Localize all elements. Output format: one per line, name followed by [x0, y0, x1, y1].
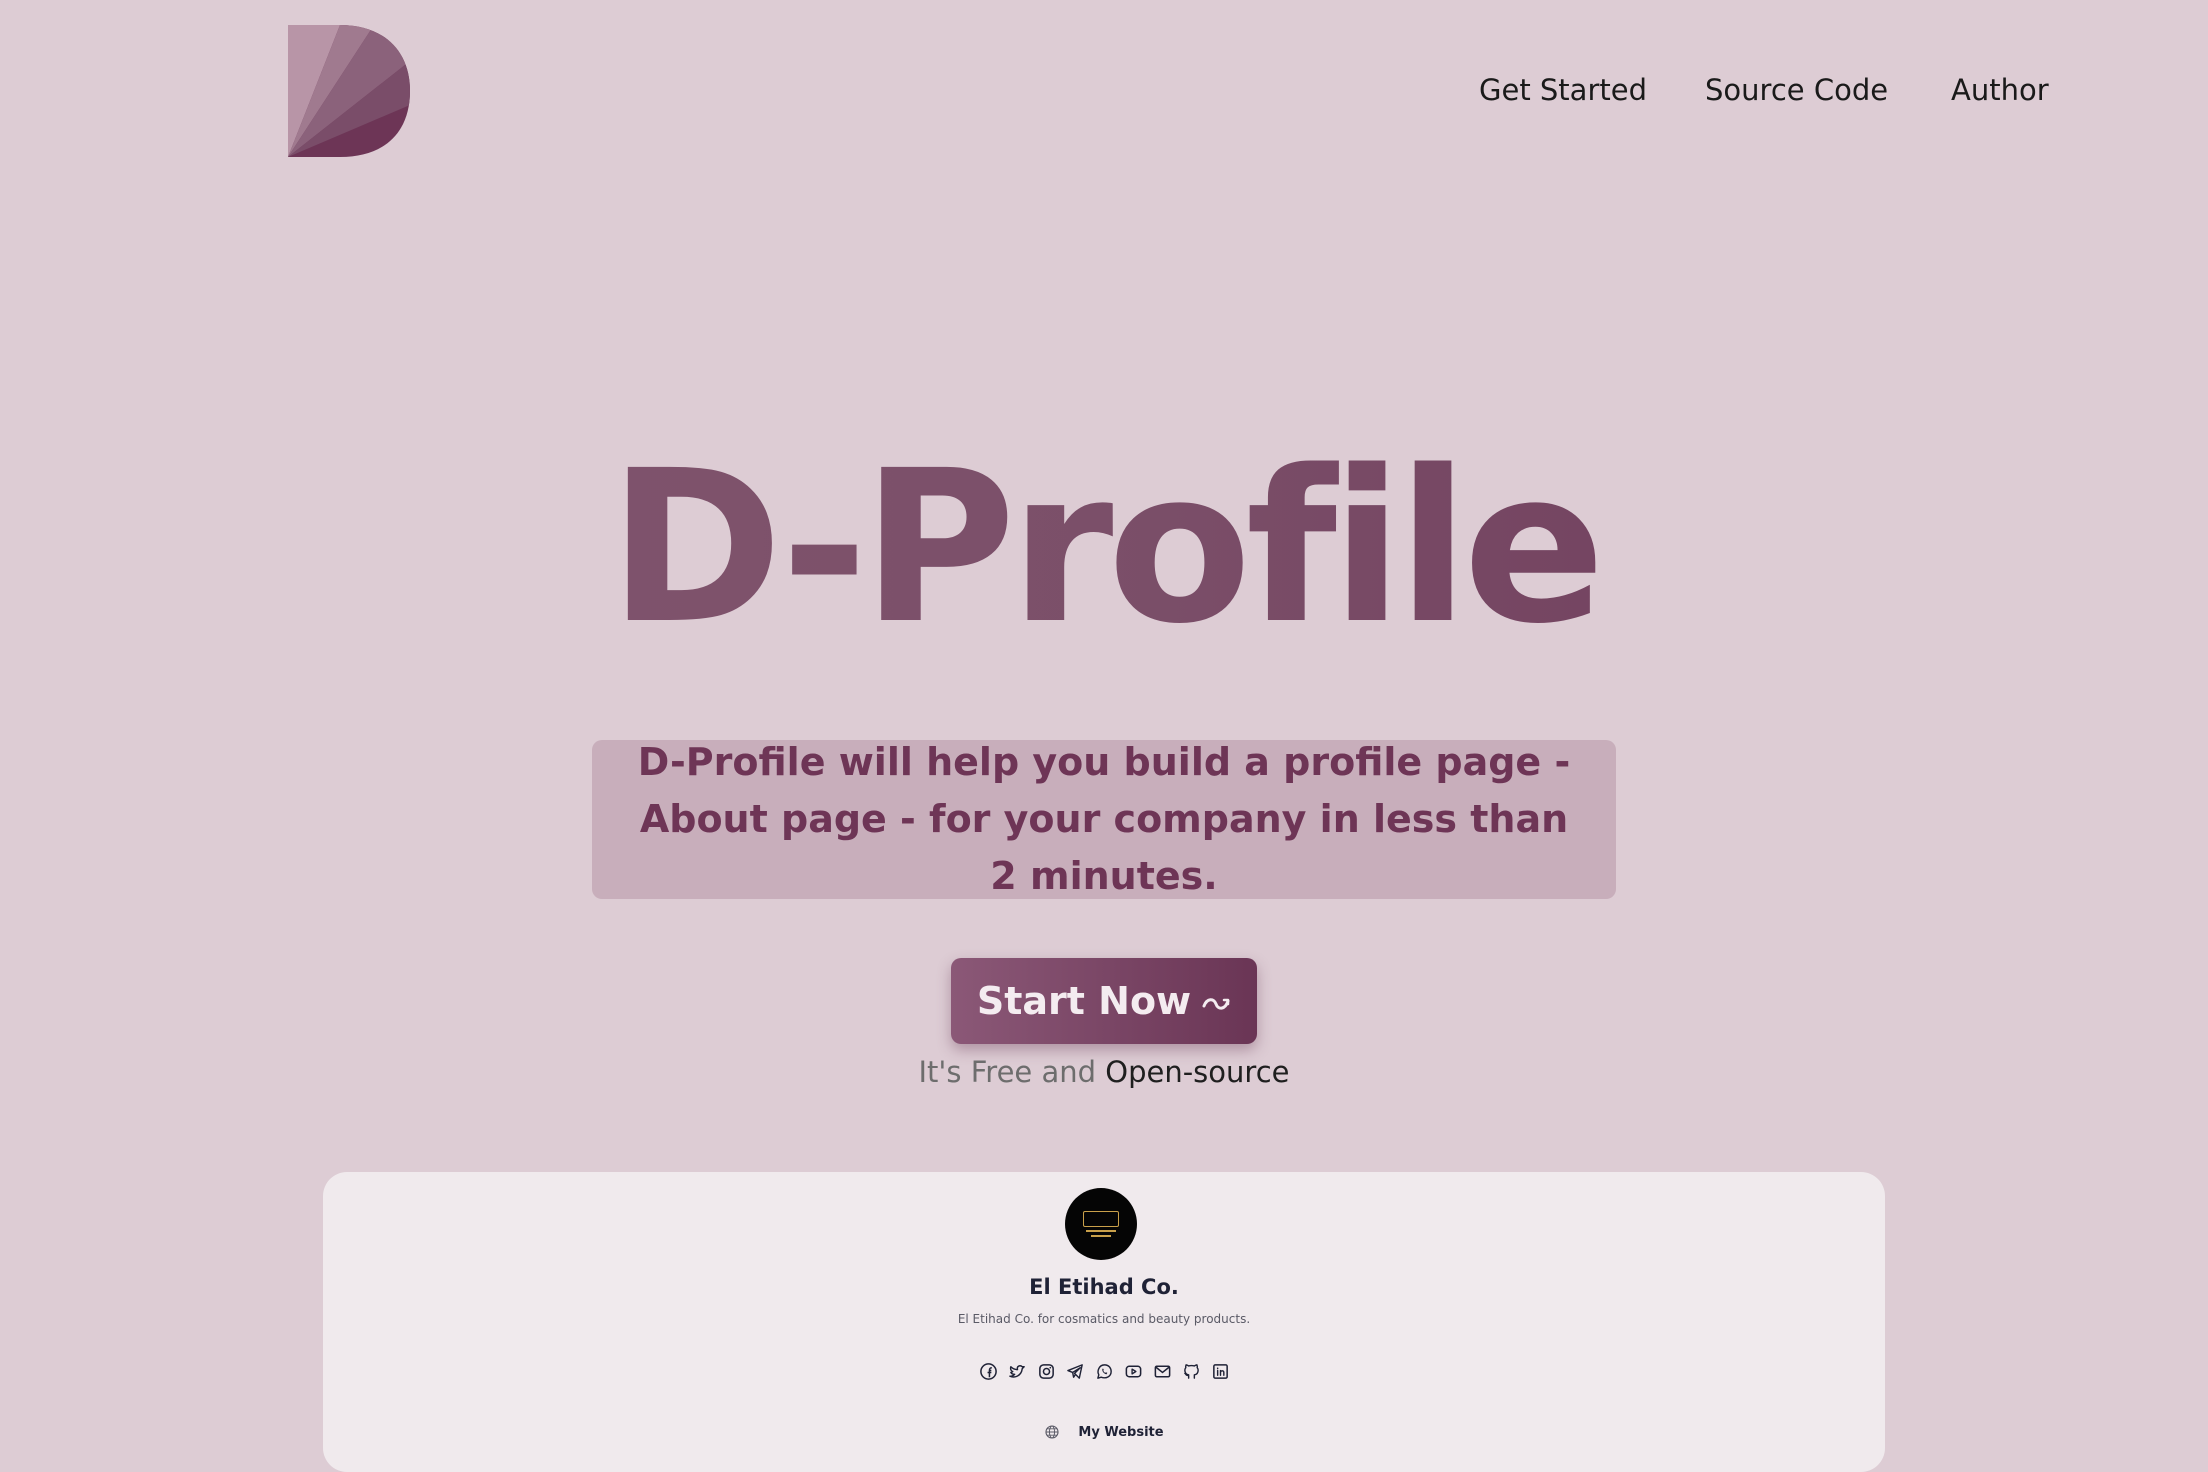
swirl-arrow-icon: [1201, 983, 1231, 1023]
start-now-label: Start Now: [976, 979, 1192, 1023]
telegram-icon[interactable]: [1066, 1362, 1085, 1381]
company-description: El Etihad Co. for cosmatics and beauty p…: [957, 1312, 1251, 1326]
globe-icon: [1045, 1425, 1059, 1439]
company-logo-line: [1086, 1230, 1116, 1232]
open-source-link[interactable]: Open-source: [1105, 1055, 1289, 1089]
linkedin-icon[interactable]: [1211, 1362, 1230, 1381]
company-name: El Etihad Co.: [1029, 1275, 1179, 1299]
twitter-icon[interactable]: [1008, 1362, 1027, 1381]
facebook-icon[interactable]: [979, 1362, 998, 1381]
nav-source-code-link[interactable]: Source Code: [1705, 70, 1888, 110]
company-logo-line: [1091, 1235, 1111, 1237]
tagline-box: D-Profile will help you build a profile …: [592, 740, 1616, 899]
instagram-icon[interactable]: [1037, 1362, 1056, 1381]
website-label: My Website: [1078, 1424, 1164, 1440]
mail-icon[interactable]: [1153, 1362, 1172, 1381]
nav-get-started-link[interactable]: Get Started: [1479, 70, 1647, 110]
social-links: [323, 1362, 1885, 1381]
hero-title: D-Profile: [0, 418, 2208, 678]
free-note: It's Free and Open-source: [0, 1052, 2208, 1092]
company-logo-mark: [1083, 1211, 1119, 1227]
youtube-icon[interactable]: [1124, 1362, 1143, 1381]
profile-preview-card: El Etihad Co. El Etihad Co. for cosmatic…: [323, 1172, 1885, 1472]
github-icon[interactable]: [1182, 1362, 1201, 1381]
company-logo: [1065, 1188, 1137, 1260]
top-nav: Get Started Source Code Author: [0, 70, 2208, 110]
tagline-text: D-Profile will help you build a profile …: [637, 740, 1571, 898]
start-now-button[interactable]: Start Now: [951, 958, 1257, 1044]
whatsapp-icon[interactable]: [1095, 1362, 1114, 1381]
nav-author-link[interactable]: Author: [1951, 70, 2049, 110]
website-link[interactable]: My Website: [323, 1424, 1885, 1440]
free-note-prefix: It's Free and: [918, 1055, 1097, 1089]
